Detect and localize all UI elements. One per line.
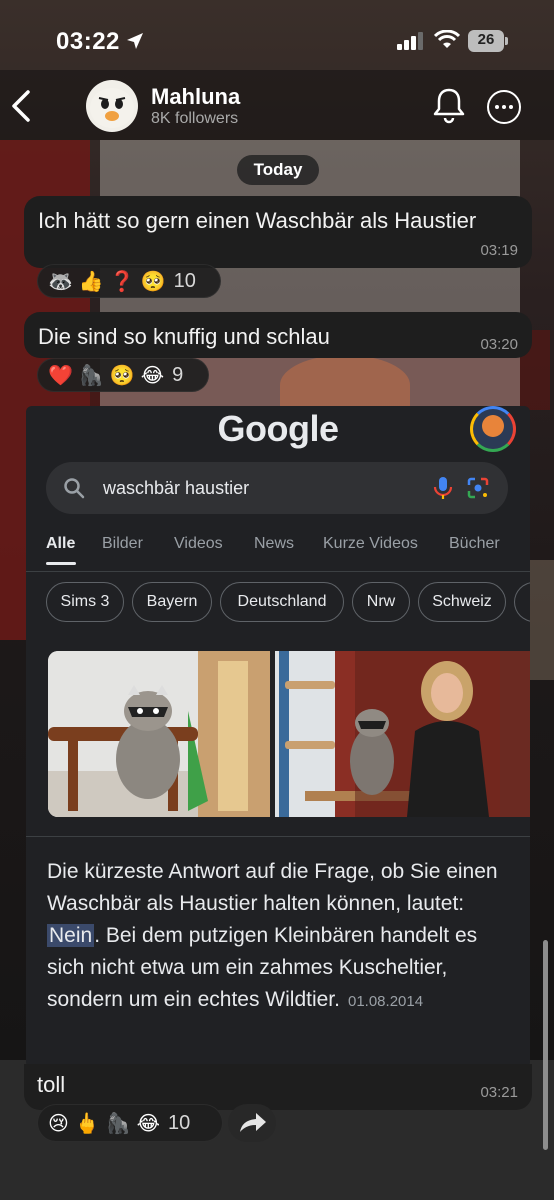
reaction-emoji[interactable]: 🦍 bbox=[106, 1111, 131, 1136]
tab-buecher: Bücher bbox=[449, 535, 500, 552]
search-query: waschbär haustier bbox=[103, 478, 250, 498]
snippet-date: 01.08.2014 bbox=[347, 993, 424, 1010]
reaction-bar[interactable]: 🦝 👍 ❓ 🥺 10 bbox=[37, 264, 221, 298]
tab-videos: Videos bbox=[174, 535, 223, 552]
battery-level: 26 bbox=[477, 31, 495, 48]
result-divider bbox=[26, 836, 530, 837]
reaction-emoji[interactable]: 😂 bbox=[141, 363, 164, 388]
search-tabs: Alle Bilder Videos News Kurze Videos Büc… bbox=[26, 532, 530, 572]
channel-name[interactable]: Mahluna bbox=[151, 84, 240, 110]
reaction-count: 10 bbox=[173, 269, 196, 292]
share-button[interactable] bbox=[228, 1104, 276, 1142]
followers-count: 8K followers bbox=[151, 110, 239, 127]
tab-alle: Alle bbox=[46, 535, 76, 552]
message-bubble[interactable]: Die sind so knuffig und schlau 03:20 bbox=[24, 312, 532, 358]
chip-bayern: Bayern bbox=[132, 582, 212, 622]
snippet-highlight: Nein bbox=[47, 924, 95, 947]
message-bubble[interactable]: Ich hätt so gern einen Waschbär als Haus… bbox=[24, 196, 532, 268]
reaction-emoji[interactable]: 😢 bbox=[48, 1111, 69, 1136]
reaction-emoji[interactable]: 🦍 bbox=[79, 363, 104, 388]
reaction-count: 9 bbox=[172, 363, 184, 386]
active-tab-indicator bbox=[46, 562, 76, 565]
image-results bbox=[48, 651, 530, 817]
chip-sims-3: Sims 3 bbox=[46, 582, 124, 622]
tab-news: News bbox=[254, 535, 295, 552]
message-time: 03:21 bbox=[480, 1084, 518, 1101]
reaction-emoji[interactable]: 👍 bbox=[79, 269, 104, 294]
chip-nrw: Nrw bbox=[352, 582, 410, 622]
google-lens-icon bbox=[467, 477, 489, 499]
message-time: 03:19 bbox=[480, 242, 518, 259]
status-time: 03:22 bbox=[56, 28, 120, 55]
reaction-emoji[interactable]: 🖕 bbox=[75, 1111, 100, 1136]
reaction-emoji[interactable]: 🦝 bbox=[48, 269, 73, 294]
google-logo: Google bbox=[217, 408, 340, 449]
more-icon[interactable] bbox=[487, 90, 521, 124]
reaction-emoji[interactable]: 😂 bbox=[137, 1111, 160, 1136]
message-text: Ich hätt so gern einen Waschbär als Haus… bbox=[38, 208, 477, 233]
reaction-emoji[interactable]: 🥺 bbox=[141, 269, 166, 294]
featured-snippet: Die kürzeste Antwort auf die Frage, ob S… bbox=[47, 856, 517, 1018]
message-text: toll bbox=[37, 1072, 66, 1097]
back-chevron-icon[interactable] bbox=[8, 88, 36, 124]
reaction-emoji[interactable]: 🥺 bbox=[110, 363, 135, 388]
chip-schweiz: Schweiz bbox=[418, 582, 506, 622]
battery-icon: 26 bbox=[468, 30, 508, 52]
date-separator: Today bbox=[237, 155, 319, 185]
message-time: 03:20 bbox=[480, 336, 518, 353]
status-bar: 03:22 26 bbox=[0, 0, 554, 80]
message-text: Die sind so knuffig und schlau bbox=[38, 324, 330, 349]
channel-header: Mahluna 8K followers bbox=[0, 70, 554, 140]
raccoon-woman-image bbox=[275, 651, 530, 817]
snippet-text-start: Die kürzeste Antwort auf die Frage, ob S… bbox=[47, 860, 498, 915]
search-bar: waschbär haustier bbox=[46, 462, 508, 514]
reaction-bar[interactable]: ❤️ 🦍 🥺 😂 9 bbox=[37, 358, 209, 392]
avatar[interactable] bbox=[86, 80, 138, 132]
raccoon-chair-image bbox=[48, 651, 270, 817]
profile-avatar-icon bbox=[470, 406, 516, 452]
location-arrow-icon bbox=[127, 33, 143, 49]
share-arrow-icon bbox=[240, 1113, 266, 1132]
scrollbar[interactable] bbox=[543, 940, 548, 1150]
bell-icon[interactable] bbox=[432, 86, 466, 124]
chip-partial bbox=[514, 582, 530, 622]
search-icon bbox=[64, 478, 85, 499]
google-screenshot-image[interactable]: Google waschbär haustier Alle Bilder Vid… bbox=[26, 406, 530, 1068]
reaction-count: 10 bbox=[168, 1111, 191, 1134]
reaction-bar[interactable]: 😢 🖕 🦍 😂 10 bbox=[37, 1104, 223, 1142]
reaction-emoji[interactable]: ❤️ bbox=[48, 363, 73, 388]
wifi-icon bbox=[434, 30, 460, 48]
signal-icon bbox=[397, 32, 423, 50]
tab-kurze-videos: Kurze Videos bbox=[323, 535, 418, 552]
microphone-icon bbox=[433, 477, 453, 499]
tab-bilder: Bilder bbox=[102, 535, 143, 552]
reaction-emoji[interactable]: ❓ bbox=[110, 269, 135, 294]
chip-deutschland: Deutschland bbox=[220, 582, 344, 622]
